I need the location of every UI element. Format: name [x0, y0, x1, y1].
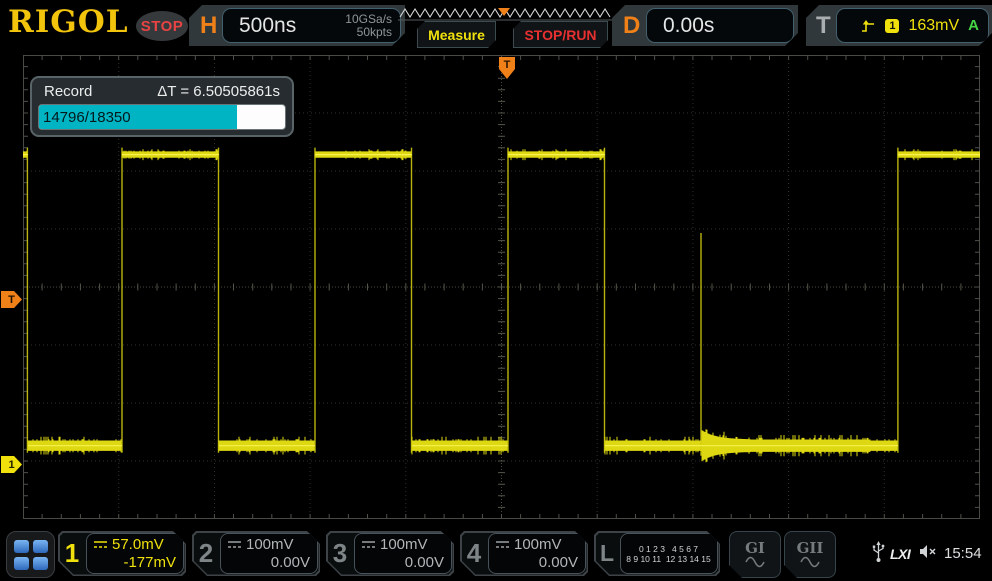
channel2-number: 2 [192, 531, 220, 576]
measure-button[interactable]: Measure [417, 21, 496, 48]
trigger-sweep-mode: A [968, 17, 979, 34]
menu-grid-icon [33, 540, 48, 553]
logic-digits-row1: 0 1 2 3 4 5 6 7 [639, 544, 698, 554]
memory-depth: 50kpts [357, 25, 392, 39]
gen2-label: GII [797, 541, 824, 556]
trigger-position-marker[interactable]: T [498, 56, 516, 81]
dc-coupling-icon [93, 540, 108, 549]
stop-run-button[interactable]: STOP/RUN [513, 21, 608, 48]
horizontal-panel[interactable]: H 500ns 10GSa/s 50kpts [189, 5, 405, 46]
record-overlay: Record ΔT = 6.50505861s 14796/18350 [30, 76, 294, 137]
dc-coupling-icon [495, 540, 510, 549]
channel1-number: 1 [58, 531, 86, 576]
oscilloscope-screen: RIGOL STOP H 500ns 10GSa/s 50kpts Measur… [0, 0, 992, 581]
channel4-scale: 100mV [514, 536, 562, 554]
menu-button[interactable] [6, 531, 55, 578]
usb-icon [872, 541, 885, 563]
waveform-preview-strip[interactable] [398, 5, 612, 21]
record-progress-bar[interactable]: 14796/18350 [38, 104, 286, 130]
channel1-zero-marker[interactable]: 1 [1, 456, 22, 473]
channel2-scale: 100mV [246, 536, 294, 554]
record-progress-text: 14796/18350 [43, 105, 131, 129]
dc-coupling-icon [361, 540, 376, 549]
channel3-scale: 100mV [380, 536, 428, 554]
speaker-muted-icon [919, 544, 937, 559]
trigger-readout: 1 163mV A [836, 8, 989, 43]
channel2-box[interactable]: 2 100mV 0.00V [192, 531, 320, 576]
run-state-badge: STOP [136, 11, 188, 41]
logic-analyzer-box[interactable]: L 0 1 2 3 4 5 6 7 8 9 10 11 12 13 14 15 [594, 531, 720, 576]
sine-wave-icon [799, 556, 821, 568]
channel2-offset: 0.00V [227, 554, 310, 572]
channel3-offset: 0.00V [361, 554, 444, 572]
trigger-panel[interactable]: T 1 163mV A [806, 5, 992, 46]
channel1-box[interactable]: 1 57.0mV -177mV [58, 531, 186, 576]
trigger-slope-icon [860, 19, 876, 33]
channel4-offset: 0.00V [495, 554, 578, 572]
channel1-offset: -177mV [93, 554, 176, 572]
sine-wave-icon [744, 556, 766, 568]
trigger-level-value: 163mV [908, 17, 959, 35]
logic-label: L [594, 531, 620, 576]
channel1-scale: 57.0mV [112, 536, 164, 554]
trigger-label: T [816, 12, 831, 40]
timebase-readout: 500ns 10GSa/s 50kpts [222, 8, 401, 43]
rigol-logo: RIGOL [8, 4, 129, 40]
menu-grid-icon [14, 557, 29, 570]
timebase-value: 500ns [239, 14, 296, 38]
acquisition-info: 10GSa/s 50kpts [345, 13, 392, 39]
trigger-source-badge: 1 [885, 19, 899, 33]
delay-value: 0.00s [663, 14, 714, 38]
horizontal-label: H [200, 12, 217, 40]
clock: 15:54 [944, 545, 982, 562]
menu-grid-icon [14, 540, 29, 553]
channel3-box[interactable]: 3 100mV 0.00V [326, 531, 454, 576]
record-title: Record [44, 83, 92, 100]
dc-coupling-icon [227, 540, 242, 549]
gen1-button[interactable]: GI [729, 531, 781, 578]
gen1-label: GI [745, 541, 765, 556]
logic-digits-row2: 8 9 10 11 12 13 14 15 [626, 554, 710, 564]
delay-panel[interactable]: D 0.00s [612, 5, 798, 46]
trigger-level-marker[interactable]: T [1, 291, 22, 308]
delay-label: D [623, 12, 640, 40]
menu-grid-icon [33, 557, 48, 570]
delay-readout: 0.00s [646, 8, 794, 43]
channel4-number: 4 [460, 531, 488, 576]
gen2-button[interactable]: GII [784, 531, 836, 578]
sample-rate: 10GSa/s [345, 12, 392, 26]
record-delta-t: ΔT = 6.50505861s [157, 83, 280, 100]
lxi-logo: LXI [890, 546, 910, 562]
channel4-box[interactable]: 4 100mV 0.00V [460, 531, 588, 576]
channel3-number: 3 [326, 531, 354, 576]
trigger-position-letter: T [504, 59, 511, 71]
